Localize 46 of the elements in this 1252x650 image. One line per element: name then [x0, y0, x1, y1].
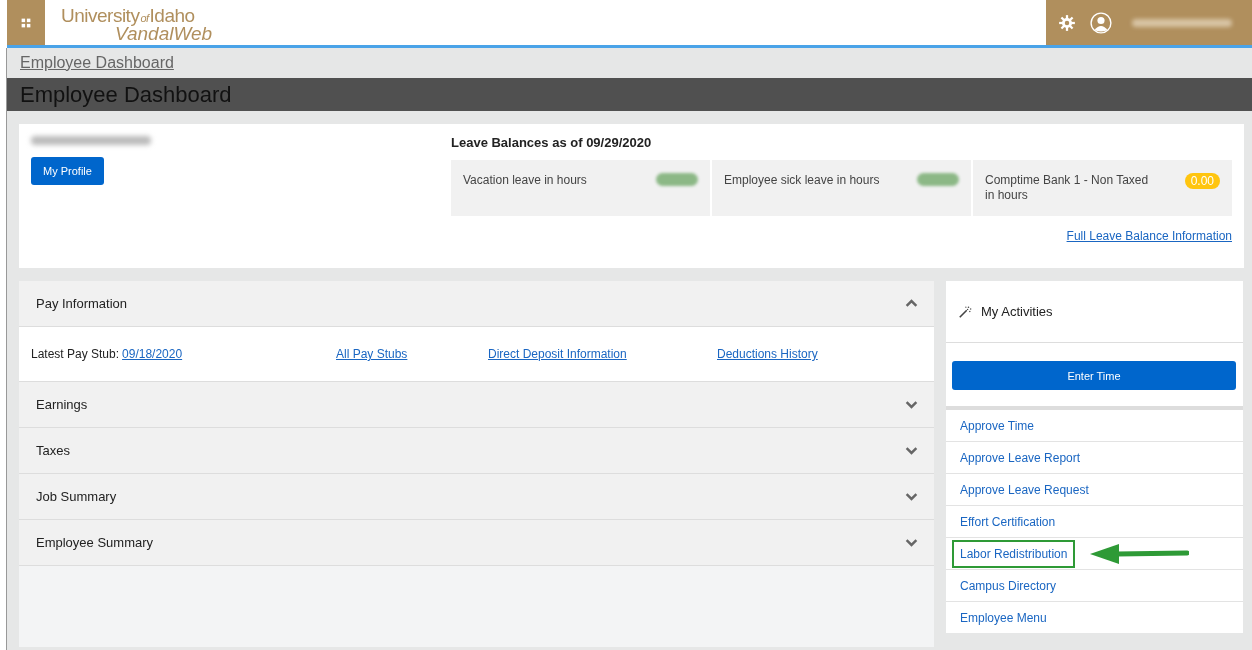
section-title: Employee Summary	[36, 535, 154, 550]
section-title: Earnings	[36, 397, 88, 412]
activity-link[interactable]: Effort Certification	[952, 507, 1064, 536]
expand-caret-icon[interactable]	[905, 490, 918, 503]
user-avatar-icon[interactable]	[1090, 11, 1112, 34]
accordion-header[interactable]: Pay Information	[19, 281, 934, 327]
expand-caret-icon[interactable]	[905, 536, 918, 549]
enter-time-button[interactable]: Enter Time	[952, 361, 1236, 390]
pay-stub-label: Latest Pay Stub:	[31, 347, 120, 361]
activity-link[interactable]: Labor Redistribution	[952, 539, 1076, 568]
collapse-caret-icon[interactable]	[905, 297, 918, 310]
university-logo[interactable]: UniversityofIdaho VandalWeb	[61, 0, 213, 42]
page-title: Employee Dashboard	[20, 81, 232, 108]
expand-caret-icon[interactable]	[905, 398, 918, 411]
expand-caret-icon[interactable]	[905, 444, 918, 457]
pay-link[interactable]: Deductions History	[717, 347, 818, 361]
leave-balances-heading: Leave Balances as of 09/29/2020	[451, 135, 653, 150]
activity-link[interactable]: Campus Directory	[952, 571, 1065, 600]
redacted-balance	[917, 173, 959, 186]
pay-link[interactable]: Direct Deposit Information	[488, 347, 717, 361]
apps-menu-button[interactable]	[7, 0, 45, 45]
pay-link[interactable]: All Pay Stubs	[336, 347, 488, 361]
section-title: Job Summary	[36, 489, 117, 504]
my-profile-button[interactable]: My Profile	[31, 157, 104, 185]
redacted-balance	[656, 173, 698, 186]
leave-type-label: Vacation leave in hours	[463, 173, 587, 188]
balance-value: 0.00	[1184, 173, 1220, 189]
leave-type-label: Comptime Bank 1 - Non Taxed in hours	[985, 173, 1150, 203]
accordion-header[interactable]: Job Summary	[19, 474, 934, 520]
full-leave-balance-link[interactable]: Full Leave Balance Information	[1066, 229, 1232, 243]
settings-icon[interactable]	[1058, 13, 1076, 32]
accordion-header[interactable]: Earnings	[19, 382, 934, 428]
pointer-arrow-icon	[1089, 542, 1190, 565]
activity-link[interactable]: Approve Time	[952, 411, 1043, 440]
section-title: Pay Information	[36, 296, 128, 311]
magic-wand-icon	[958, 304, 972, 319]
pay-stub-date-link[interactable]: 09/18/2020	[122, 347, 183, 361]
section-title: Taxes	[36, 443, 70, 458]
accordion-header[interactable]: Taxes	[19, 428, 934, 474]
activity-link[interactable]: Approve Leave Request	[952, 475, 1097, 504]
activity-link[interactable]: Employee Menu	[952, 603, 1055, 632]
activities-heading: My Activities	[981, 304, 1053, 319]
breadcrumb-link[interactable]: Employee Dashboard	[20, 54, 174, 72]
accordion-header[interactable]: Employee Summary	[19, 520, 934, 566]
leave-type-label: Employee sick leave in hours	[724, 173, 880, 188]
activity-link[interactable]: Approve Leave Report	[952, 443, 1089, 472]
